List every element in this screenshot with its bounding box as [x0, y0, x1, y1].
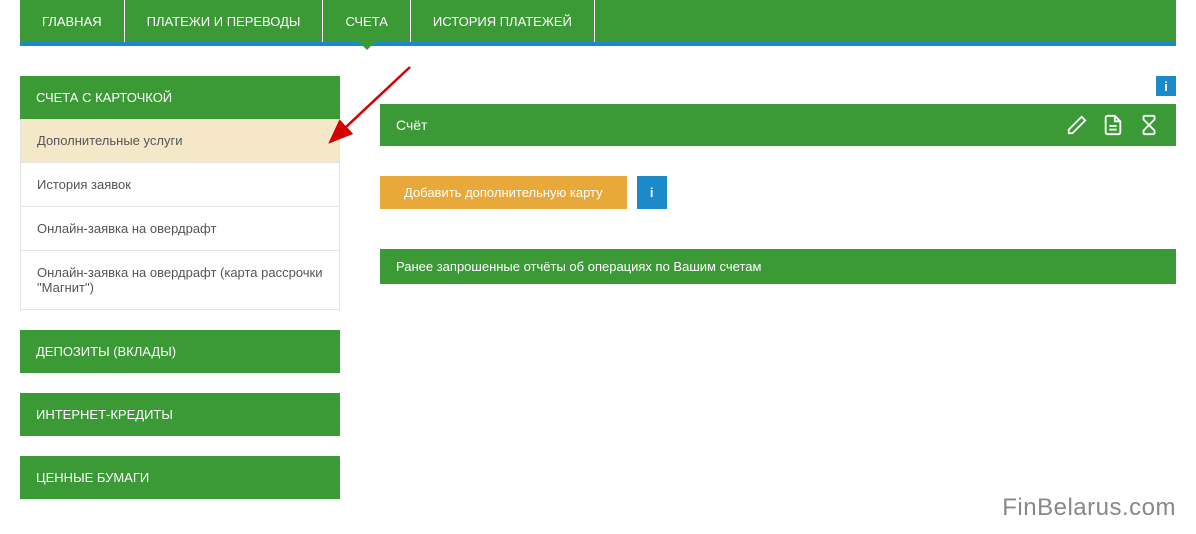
sidebar-section-cards: СЧЕТА С КАРТОЧКОЙ Дополнительные услуги … — [20, 76, 340, 310]
info-icon[interactable]: i — [1156, 76, 1176, 96]
top-navigation: ГЛАВНАЯ ПЛАТЕЖИ И ПЕРЕВОДЫ СЧЕТА ИСТОРИЯ… — [20, 0, 1176, 42]
nav-tab-label: ГЛАВНАЯ — [42, 14, 102, 29]
watermark-text: FinBelarus.com — [1002, 494, 1176, 521]
sidebar-item-label: История заявок — [37, 177, 131, 192]
add-card-label: Добавить дополнительную карту — [404, 185, 603, 200]
nav-tab-label: ПЛАТЕЖИ И ПЕРЕВОДЫ — [147, 14, 301, 29]
sidebar-item-additional-services[interactable]: Дополнительные услуги — [20, 119, 340, 163]
nav-tab-history[interactable]: ИСТОРИЯ ПЛАТЕЖЕЙ — [411, 0, 595, 42]
content-area: СЧЕТА С КАРТОЧКОЙ Дополнительные услуги … — [0, 46, 1196, 519]
nav-tab-accounts[interactable]: СЧЕТА — [323, 0, 410, 42]
info-button-label: i — [650, 185, 654, 200]
account-bar: Счёт — [380, 104, 1176, 146]
sidebar-header-cards[interactable]: СЧЕТА С КАРТОЧКОЙ — [20, 76, 340, 119]
reports-label: Ранее запрошенные отчёты об операциях по… — [396, 259, 761, 274]
sidebar-item-overdraft[interactable]: Онлайн-заявка на овердрафт — [20, 207, 340, 251]
document-icon[interactable] — [1102, 114, 1124, 136]
sidebar-header-label: СЧЕТА С КАРТОЧКОЙ — [36, 90, 172, 105]
sidebar-section-securities: ЦЕННЫЕ БУМАГИ — [20, 456, 340, 499]
sidebar-item-overdraft-magnit[interactable]: Онлайн-заявка на овердрафт (карта рассро… — [20, 251, 340, 310]
sidebar-item-label: Онлайн-заявка на овердрафт — [37, 221, 216, 236]
main-area: i Счёт Добавить дополни — [380, 76, 1176, 519]
sidebar: СЧЕТА С КАРТОЧКОЙ Дополнительные услуги … — [20, 76, 340, 519]
nav-tab-label: СЧЕТА — [345, 14, 387, 29]
info-button[interactable]: i — [637, 176, 667, 209]
reports-bar: Ранее запрошенные отчёты об операциях по… — [380, 249, 1176, 284]
button-row: Добавить дополнительную карту i — [380, 176, 1176, 209]
add-card-button[interactable]: Добавить дополнительную карту — [380, 176, 627, 209]
sidebar-section-deposits: ДЕПОЗИТЫ (ВКЛАДЫ) — [20, 330, 340, 373]
sidebar-header-label: ЦЕННЫЕ БУМАГИ — [36, 470, 149, 485]
nav-remainder — [595, 0, 1176, 42]
watermark: FinBelarus.com — [1002, 494, 1176, 522]
nav-tab-payments[interactable]: ПЛАТЕЖИ И ПЕРЕВОДЫ — [125, 0, 324, 42]
hourglass-icon[interactable] — [1138, 114, 1160, 136]
sidebar-item-request-history[interactable]: История заявок — [20, 163, 340, 207]
sidebar-header-label: ДЕПОЗИТЫ (ВКЛАДЫ) — [36, 344, 176, 359]
sidebar-header-deposits[interactable]: ДЕПОЗИТЫ (ВКЛАДЫ) — [20, 330, 340, 373]
account-bar-icons — [1066, 114, 1160, 136]
sidebar-header-label: ИНТЕРНЕТ-КРЕДИТЫ — [36, 407, 173, 422]
account-label: Счёт — [396, 117, 427, 133]
info-icon-label: i — [1164, 79, 1168, 94]
sidebar-header-credits[interactable]: ИНТЕРНЕТ-КРЕДИТЫ — [20, 393, 340, 436]
edit-icon[interactable] — [1066, 114, 1088, 136]
nav-tab-label: ИСТОРИЯ ПЛАТЕЖЕЙ — [433, 14, 572, 29]
sidebar-header-securities[interactable]: ЦЕННЫЕ БУМАГИ — [20, 456, 340, 499]
sidebar-item-label: Дополнительные услуги — [37, 133, 182, 148]
nav-tab-main[interactable]: ГЛАВНАЯ — [20, 0, 125, 42]
sidebar-item-label: Онлайн-заявка на овердрафт (карта рассро… — [37, 265, 323, 295]
sidebar-section-credits: ИНТЕРНЕТ-КРЕДИТЫ — [20, 393, 340, 436]
